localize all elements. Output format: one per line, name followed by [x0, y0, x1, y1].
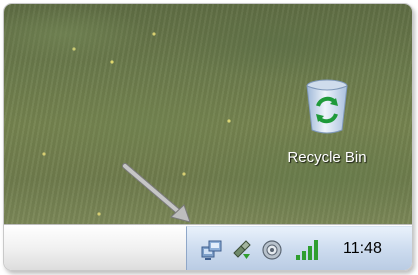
recycle-bin-icon	[306, 79, 348, 134]
signal-strength-icon[interactable]	[295, 239, 321, 261]
volume-icon[interactable]	[261, 239, 283, 261]
tray-clock[interactable]: 11:48	[343, 240, 382, 258]
network-icon[interactable]	[201, 239, 223, 261]
recycle-bin-label: Recycle Bin	[287, 149, 367, 166]
desktop-background: Recycle Bin	[4, 4, 412, 224]
screenshot-frame: Recycle Bin 11:48	[3, 3, 413, 271]
system-tray: 11:48	[186, 226, 412, 270]
safely-remove-hardware-icon[interactable]	[231, 239, 253, 261]
recycle-bin-shortcut[interactable]: Recycle Bin	[272, 78, 382, 178]
